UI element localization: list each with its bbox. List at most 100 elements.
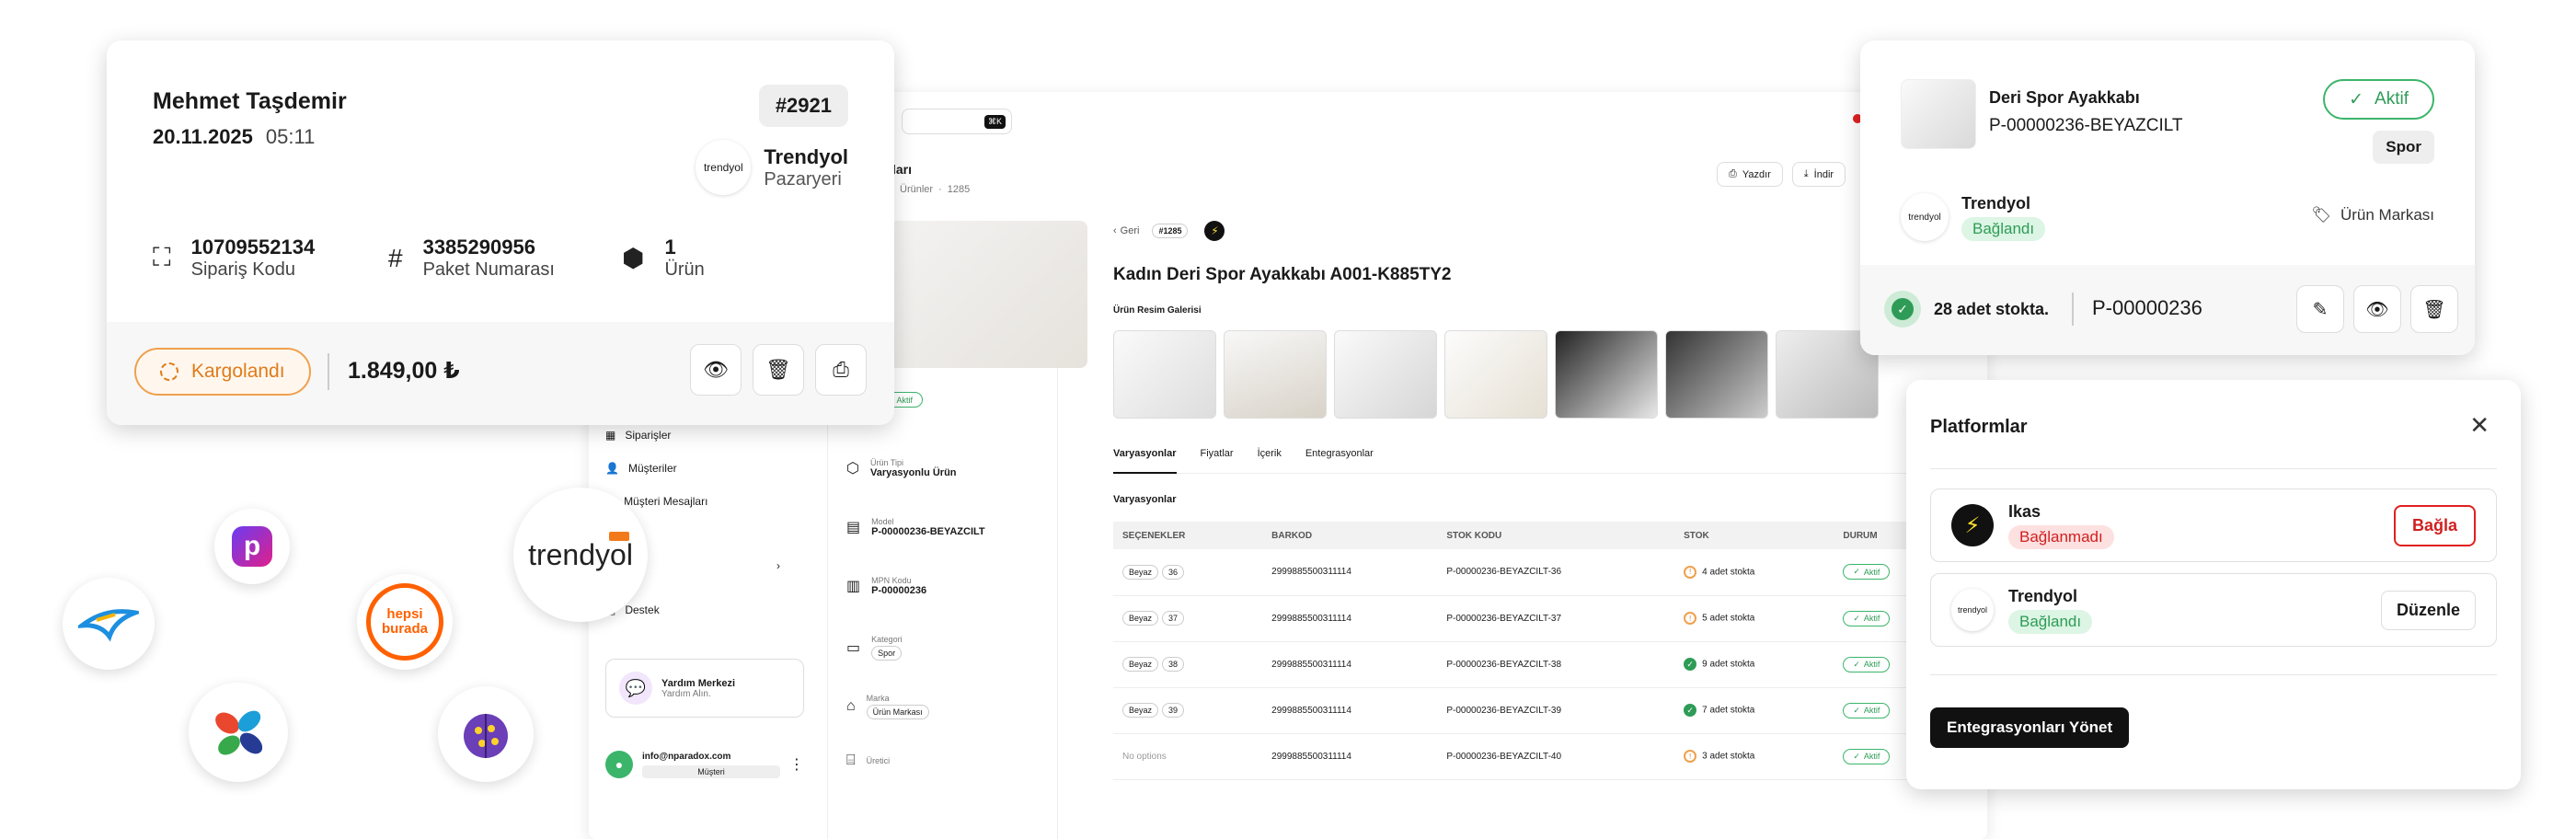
breadcrumb-id: 1285	[947, 184, 971, 195]
order-time: 05:11	[265, 125, 316, 148]
detail-brand: ⌂ Marka Ürün Markası	[846, 694, 1049, 719]
table-row[interactable]: Beyaz 39 2999885500311114 P-00000236-BEYAZC…	[1113, 687, 1950, 734]
gallery-thumb[interactable]	[1334, 330, 1437, 419]
tag-icon: 🏷	[2311, 206, 2331, 224]
platform-row-trendyol: trendyol Trendyol Bağlandı Düzenle	[1930, 573, 2497, 647]
delete-button[interactable]: 🗑	[753, 344, 804, 396]
connect-button[interactable]: Bağla	[2393, 504, 2476, 546]
trendyol-logo-icon: trendyol	[1901, 193, 1949, 241]
customer-name: Mehmet Taşdemir	[153, 88, 347, 114]
product-platform: trendyol Trendyol Bağlandı	[1901, 193, 2046, 241]
detail-mpn: ▥ MPN Kodu P-00000236	[846, 576, 927, 596]
brand-link[interactable]: 🏷 Ürün Markası	[2311, 206, 2434, 224]
clock-icon: !	[1684, 750, 1697, 763]
status-badge: ✓Aktif	[1843, 702, 1891, 718]
lightning-icon: ⚡	[1951, 504, 1994, 546]
column-header: STOK	[1674, 522, 1834, 549]
view-button[interactable]: 👁	[2353, 285, 2401, 333]
barcode-cell: 2999885500311114	[1262, 641, 1438, 688]
print-order-button[interactable]: ⎙	[815, 344, 867, 396]
gallery-label: Ürün Resim Galerisi	[1113, 305, 1202, 316]
category-badge: Spor	[2373, 131, 2434, 164]
flower-icon	[215, 710, 263, 755]
stock-cell: ! 5 adet stokta	[1674, 595, 1834, 642]
stock-footer: ✓ 28 adet stokta. P-00000236 ✎ 👁 🗑	[1860, 265, 2475, 355]
gallery-thumb[interactable]	[1665, 330, 1768, 419]
back-button[interactable]: ‹ Geri	[1113, 225, 1139, 236]
product-id-badge: #1285	[1152, 224, 1189, 238]
status-badge: ✓Aktif	[1843, 564, 1891, 580]
main-content: ‹ Geri #1285 ⚡ Kadın Deri Spor Ayakkabı A…	[1113, 221, 1987, 839]
gallery-thumb[interactable]	[1444, 330, 1547, 419]
view-button[interactable]: 👁	[690, 344, 742, 396]
order-date: 20.11.2025	[153, 125, 253, 148]
product-status-badge: ✓ Aktif	[2323, 79, 2434, 120]
more-vertical-icon[interactable]: ⋮	[789, 755, 804, 774]
items-group: ⬢ 1 Ürün	[622, 236, 705, 280]
sidebar-item-customers[interactable]: 👤 Müşteriler	[605, 462, 677, 475]
order-footer: Kargolandı 1.849,00 ₺ 👁 🗑 ⎙	[107, 322, 894, 425]
delete-button[interactable]: 🗑	[2410, 285, 2458, 333]
status-badge: Bağlandı	[2008, 609, 2093, 634]
options-cell: Beyaz 37	[1113, 595, 1263, 642]
chevron-left-icon: ‹	[1113, 225, 1117, 236]
eye-icon: 👁	[703, 358, 729, 381]
hash-icon: #	[388, 243, 403, 272]
order-number-badge: #2921	[758, 85, 848, 127]
download-button[interactable]: ⤓ İndir	[1791, 162, 1846, 187]
edit-button[interactable]: Düzenle	[2380, 590, 2476, 630]
tab-integrations[interactable]: Entegrasyonlar	[1305, 448, 1374, 474]
sidebar-item-orders[interactable]: ▦ Siparişler	[605, 429, 671, 442]
column-header: SEÇENEKLER	[1113, 522, 1263, 549]
table-row[interactable]: Beyaz 38 2999885500311114 P-00000236-BEYAZC…	[1113, 641, 1950, 688]
tab-prices[interactable]: Fiyatlar	[1201, 448, 1234, 474]
trendyol-logo-icon: trendyol	[1951, 589, 1994, 631]
table-row[interactable]: No options 2999885500311114 P-00000236-BEY…	[1113, 733, 1950, 780]
order-card: Mehmet Taşdemir 20.11.2025 05:11 #2921 t…	[107, 40, 894, 425]
tab-content[interactable]: İçerik	[1258, 448, 1282, 474]
table-row[interactable]: Beyaz 37 2999885500311114 P-00000236-BEYAZC…	[1113, 595, 1950, 642]
eye-icon: 👁	[2365, 299, 2389, 320]
order-code-group: ⛶ 10709552134 Sipariş Kodu	[153, 236, 316, 280]
barcode-cell: 2999885500311114	[1262, 549, 1438, 596]
trendyol-big-logo: trendyol	[513, 488, 648, 622]
status-badge: Kargolandı	[134, 348, 311, 396]
close-icon[interactable]: ✕	[2469, 411, 2490, 440]
manage-integrations-button[interactable]: Entegrasyonları Yönet	[1930, 707, 2130, 748]
check-circle-icon: ✓	[1684, 704, 1697, 717]
tab-variations[interactable]: Varyasyonlar	[1113, 448, 1177, 474]
chevron-right-icon: ›	[776, 559, 780, 572]
clock-icon: !	[1684, 612, 1697, 625]
check-circle-icon: ✓	[1853, 751, 1860, 761]
print-button[interactable]: ⎙ Yazdır	[1717, 162, 1783, 187]
gallery-thumb[interactable]	[1555, 330, 1658, 419]
search-input[interactable]: ⌘K	[902, 109, 1012, 134]
petal-logo	[189, 683, 288, 782]
check-circle-icon: ✓	[2349, 89, 2364, 109]
variations-label: Varyasyonlar	[1113, 494, 1177, 505]
page-title: ları	[892, 162, 913, 177]
p-logo-icon: p	[232, 526, 272, 567]
edit-button[interactable]: ✎	[2296, 285, 2344, 333]
gallery-thumb[interactable]	[1113, 330, 1216, 419]
stock-text: 28 adet stokta.	[1934, 299, 2050, 318]
product-thumb	[1901, 79, 1976, 149]
status-badge: Bağlanmadı	[2008, 524, 2114, 549]
user-profile[interactable]: ● info@nparadox.com Müşteri ⋮	[605, 751, 804, 778]
papara-logo: p	[214, 509, 290, 584]
divider	[1930, 674, 2497, 675]
breadcrumb-products[interactable]: Ürünler	[900, 184, 933, 195]
breadcrumb-sep: ·	[938, 184, 942, 195]
shortcut-badge: ⌘K	[983, 115, 1006, 129]
trendyol-go-badge	[609, 532, 629, 541]
divider	[328, 353, 329, 390]
check-circle-icon: ✓	[1684, 658, 1697, 671]
gallery-thumb[interactable]	[1224, 330, 1327, 419]
factory-icon: ⌸	[846, 753, 856, 768]
table-row[interactable]: Beyaz 36 2999885500311114 P-00000236-BEYAZC…	[1113, 549, 1950, 596]
breadcrumb: Ürünler · 1285	[892, 184, 970, 195]
stock-check-icon: ✓	[1884, 291, 1921, 328]
divider	[2072, 293, 2074, 326]
color-badge: Beyaz	[1122, 564, 1159, 580]
help-center-card[interactable]: 💬 Yardım Merkezi Yardım Alın.	[605, 659, 804, 718]
